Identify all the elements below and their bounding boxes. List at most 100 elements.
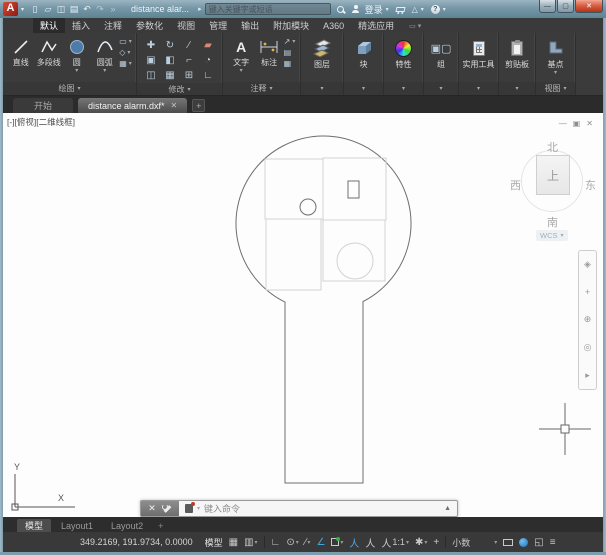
panel-label-layers[interactable]: ▾ [301,82,343,95]
maximize-button[interactable]: ▢ [557,0,574,13]
copy-icon[interactable]: ▣ [146,55,155,66]
ribbon-tab-a360[interactable]: A360 [316,18,351,33]
redo-icon[interactable]: ↷ [95,4,105,15]
panel-label-view[interactable]: 视图▾ [536,82,575,95]
ribbon-tab-manage[interactable]: 管理 [202,18,234,33]
markup-tool-button[interactable]: ▦ [284,59,296,69]
base-view-caret-icon[interactable]: ▾ [554,69,557,76]
object-snap-toggle[interactable]: ▾ [328,538,346,546]
fillet-icon[interactable]: ⌐ [186,55,192,66]
text-button[interactable]: A 文字 ▾ [228,36,255,74]
hardware-acceleration-toggle[interactable] [516,538,531,547]
workspace-switcher[interactable]: ✱▾ [412,537,430,548]
file-tab-document[interactable]: distance alarm.dxf* ✕ [78,98,187,113]
object-snap-tracking-toggle[interactable]: ∠ [313,537,328,548]
autocad-logo-icon[interactable]: A [3,2,18,16]
signin-caret-icon[interactable]: ▾ [386,6,389,13]
line-button[interactable]: 直线 [7,36,34,67]
ribbon-tab-insert[interactable]: 插入 [65,18,97,33]
viewcube-south[interactable]: 南 [547,214,558,230]
ortho-toggle[interactable]: ∟ [268,537,284,548]
erase-icon[interactable]: ▰ [204,40,212,51]
recent-commands-caret-icon[interactable]: ▾ [197,505,200,512]
ribbon-tab-view[interactable]: 视图 [170,18,202,33]
properties-button[interactable]: 特性 [386,36,422,69]
array-icon[interactable]: ⊞ [185,70,193,81]
panel-label-groups[interactable]: ▾ [424,82,458,95]
units-caret[interactable]: ▾ [491,539,500,546]
plot-icon[interactable]: ▤ [69,4,79,15]
undo-icon[interactable]: ↶ [82,4,92,15]
mirror-icon[interactable]: ◧ [165,55,174,66]
close-tab-icon[interactable]: ✕ [171,101,178,110]
recent-commands-icon[interactable] [185,504,193,513]
viewcube-north[interactable]: 北 [547,139,558,155]
circle-caret-icon[interactable]: ▾ [75,67,78,74]
clipboard-button[interactable]: 剪贴板 [500,36,534,69]
search-input[interactable] [205,3,331,15]
command-close-icon[interactable]: ✕ [148,503,156,514]
new-layout-button[interactable]: + [153,519,168,532]
viewcube-east[interactable]: 东 [585,177,596,193]
clean-screen-toggle[interactable]: ◱ [531,537,546,548]
move-icon[interactable]: ✚ [147,40,155,51]
ribbon-tab-parametric[interactable]: 参数化 [129,18,170,33]
panel-label-annotate[interactable]: 注释▾ [223,82,300,95]
pan-icon[interactable]: + [585,287,590,297]
stretch-icon[interactable]: ◫ [146,70,155,81]
ribbon-tab-featured-apps[interactable]: 精选应用 [351,18,401,33]
panel-label-utilities[interactable]: ▾ [459,82,498,95]
open-folder-icon[interactable]: ▱ [43,4,53,15]
utilities-button[interactable]: 实用工具 [460,36,498,69]
qat-overflow-icon[interactable]: » [108,4,118,14]
polyline-button[interactable]: 多段线 [35,36,62,67]
arc-caret-icon[interactable]: ▾ [103,67,106,74]
search-icon[interactable] [337,6,344,13]
ribbon-tab-home[interactable]: 默认 [33,18,65,33]
text-caret-icon[interactable]: ▾ [240,67,243,74]
model-space-button[interactable]: 模型 [202,535,226,550]
minimize-button[interactable]: — [539,0,556,13]
ribbon-minimize-icon[interactable]: ▭▾ [409,18,421,33]
insert-block-button[interactable]: 块 [346,36,382,69]
viewcube-top-face[interactable]: 上 [536,155,570,195]
zoom-icon[interactable]: ⊕ [584,314,592,325]
panel-label-block[interactable]: ▾ [344,82,383,95]
viewcube-west[interactable]: 西 [510,177,521,193]
rotate-icon[interactable]: ↻ [166,40,174,51]
trim-icon[interactable]: ∕ [188,40,190,51]
scale-icon[interactable]: ▦ [165,70,174,81]
group-button[interactable]: ▣▢ 组 [425,36,457,69]
annotation-visibility-toggle[interactable]: 人 [346,535,362,550]
layer-properties-button[interactable]: 图层 [302,36,342,69]
exchange-cart-icon[interactable] [395,7,405,12]
signin-button[interactable]: 登录 [365,3,383,16]
grid-display-toggle[interactable]: ▦ [226,537,241,548]
app-store-icon[interactable]: △ [412,5,418,14]
panel-label-properties[interactable]: ▾ [384,82,423,95]
annotation-autoscale-toggle[interactable]: 人 [362,535,378,550]
dimension-button[interactable]: 标注 [256,36,283,67]
showmotion-icon[interactable]: ▸ [585,370,590,381]
base-view-button[interactable]: 基点 ▾ [538,36,574,76]
command-input[interactable]: ▾ 键入命令 ▲ [179,501,457,516]
logo-menu-caret-icon[interactable]: ▾ [21,6,24,13]
search-expand-icon[interactable]: ▸ [198,5,202,13]
table-tool-button[interactable]: ▤ [284,48,296,58]
drawing-area[interactable]: [-][俯视][二维线框] — ▣ ✕ YX 北 西 东 南 上 WCS▾ ◈ … [3,113,603,517]
stay-connected-caret-icon[interactable]: ▾ [421,6,424,13]
ribbon-tab-annotate[interactable]: 注释 [97,18,129,33]
leader-tool-button[interactable]: ↗▾ [284,37,296,47]
graphics-performance-toggle[interactable] [500,539,516,546]
rectangle-tool-button[interactable]: ▭▾ [119,37,132,47]
help-caret-icon[interactable]: ▾ [443,6,446,13]
customization-menu[interactable]: ≡ [547,537,559,548]
offset-icon[interactable]: ∟ [203,70,213,81]
isometric-drafting-toggle[interactable]: ∕▾ [302,537,314,548]
command-history-icon[interactable]: ▲ [444,505,451,512]
annotation-scale-control[interactable]: 人 1:1 ▾ [378,535,412,550]
circle-button[interactable]: 圆 ▾ [63,36,90,74]
panel-label-clipboard[interactable]: ▾ [499,82,535,95]
hatch-tool-button[interactable]: ▦▾ [119,59,132,69]
new-tab-button[interactable]: + [192,99,205,112]
